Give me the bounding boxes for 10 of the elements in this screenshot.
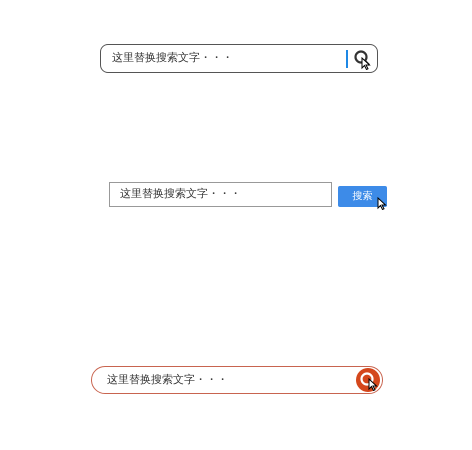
search-input[interactable]: 这里替换搜索文字・・・: [107, 372, 356, 388]
search-bar[interactable]: 这里替换搜索文字・・・: [91, 366, 383, 394]
cursor-icon: [361, 57, 371, 70]
search-input[interactable]: 这里替换搜索文字・・・: [120, 186, 321, 203]
search-bar[interactable]: 这里替换搜索文字・・・: [109, 182, 332, 207]
search-bar[interactable]: 这里替换搜索文字・・・: [100, 44, 378, 73]
search-input[interactable]: 这里替换搜索文字・・・: [112, 50, 346, 67]
cursor-icon: [368, 378, 378, 391]
cursor-icon: [377, 197, 387, 210]
search-button[interactable]: 搜索: [338, 186, 387, 207]
